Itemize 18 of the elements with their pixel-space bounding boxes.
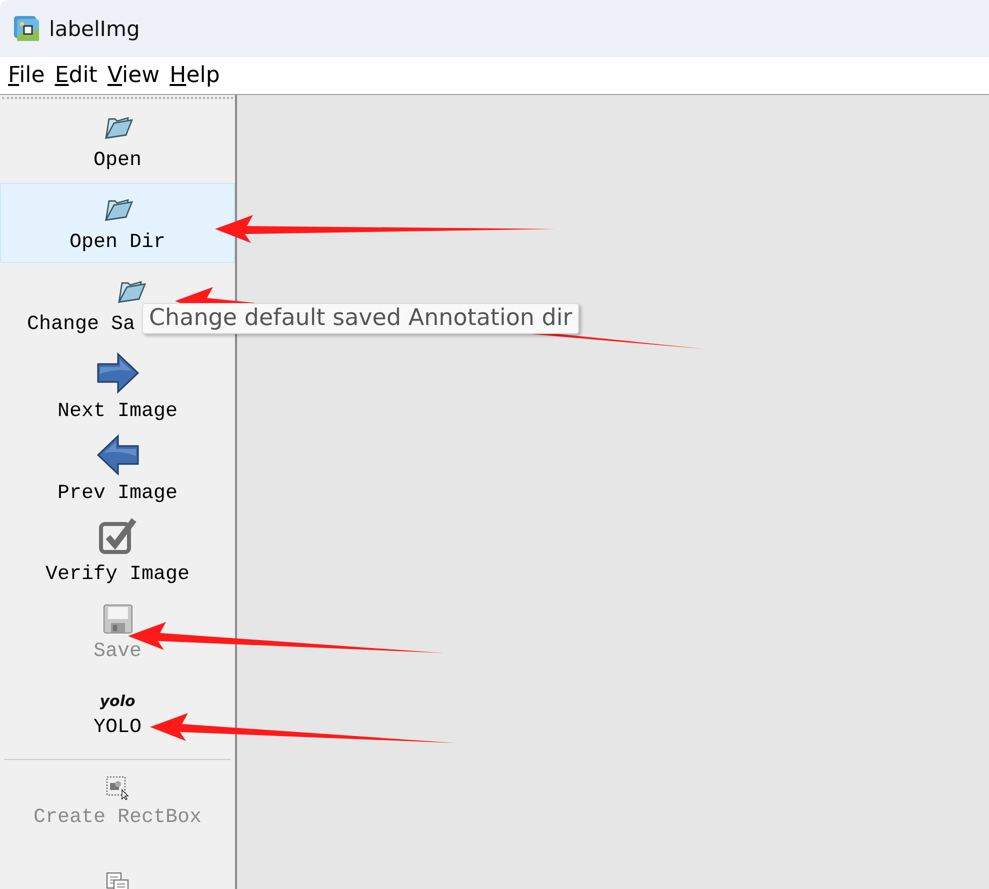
window-title: labelImg xyxy=(49,16,140,40)
toolbar-button[interactable]: Open xyxy=(0,101,235,181)
menu-item[interactable]: View xyxy=(103,63,166,88)
app-icon xyxy=(13,14,41,42)
rectangle-select-icon xyxy=(106,776,130,800)
toolbar-button[interactable]: Verify Image xyxy=(0,511,235,591)
yolo-icon: yolo xyxy=(100,692,136,710)
toolbar-button[interactable]: Next Image xyxy=(0,347,235,427)
checkbox-icon xyxy=(98,516,138,556)
toolbar-button[interactable]: Open Dir xyxy=(0,183,235,263)
toolbar-button[interactable]: Prev Image xyxy=(0,429,235,509)
tooltip: Change default saved Annotation dir xyxy=(142,303,580,334)
right-arrow-icon xyxy=(96,352,140,394)
menu-item[interactable]: Edit xyxy=(50,63,104,88)
left-arrow-icon xyxy=(96,434,140,476)
menu-item[interactable]: File xyxy=(4,63,51,88)
toolbar-button[interactable]: yolo YOLO xyxy=(0,675,235,755)
menu-item[interactable]: Help xyxy=(166,63,226,88)
